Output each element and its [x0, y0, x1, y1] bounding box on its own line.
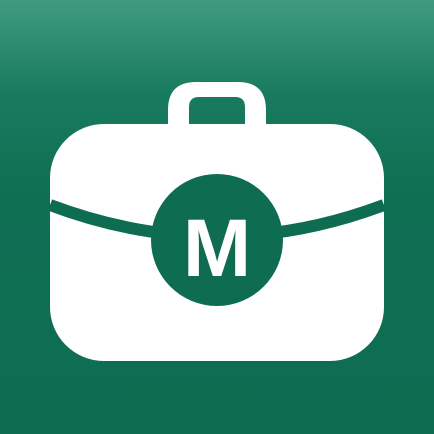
briefcase-handle [168, 82, 266, 126]
briefcase-logo-icon: M [47, 82, 387, 361]
logo-letter: M [183, 203, 251, 294]
app-icon: M [0, 0, 434, 434]
